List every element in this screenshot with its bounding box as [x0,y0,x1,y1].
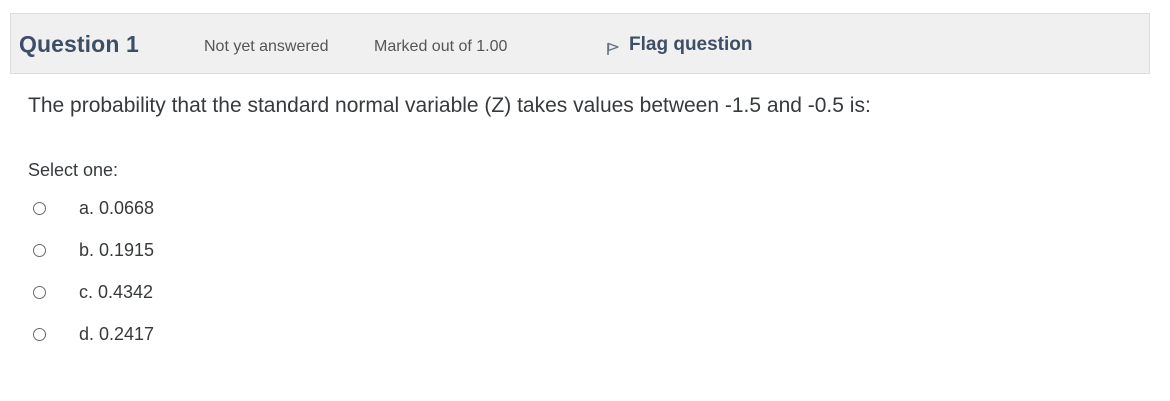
radio-unchecked-icon[interactable] [33,327,46,341]
answer-option-label: c. 0.4342 [79,281,154,302]
radio-unchecked-icon[interactable] [33,243,46,257]
answer-option-d[interactable]: d. 0.2417 [33,322,154,346]
answer-option-a[interactable]: a. 0.0668 [33,196,154,220]
answer-option-label: d. 0.2417 [79,323,155,344]
question-grade: Marked out of 1.00 [374,38,508,55]
flag-question-button[interactable]: Flag question [606,34,753,56]
radio-unchecked-icon[interactable] [33,201,46,215]
answer-option-b[interactable]: b. 0.1915 [33,238,154,262]
question-text: The probability that the standard normal… [28,94,871,117]
question-number: Question 1 [19,31,139,57]
question-info-header: Question 1 Not yet answered Marked out o… [10,13,1150,74]
radio-unchecked-icon[interactable] [33,285,46,299]
question-state: Not yet answered [204,38,329,55]
answer-option-c[interactable]: c. 0.4342 [33,280,153,304]
flag-question-label: Flag question [629,34,753,55]
answer-option-label: a. 0.0668 [79,197,155,218]
flag-icon [606,40,620,55]
select-one-prompt: Select one: [28,160,119,180]
answer-option-label: b. 0.1915 [79,239,155,260]
